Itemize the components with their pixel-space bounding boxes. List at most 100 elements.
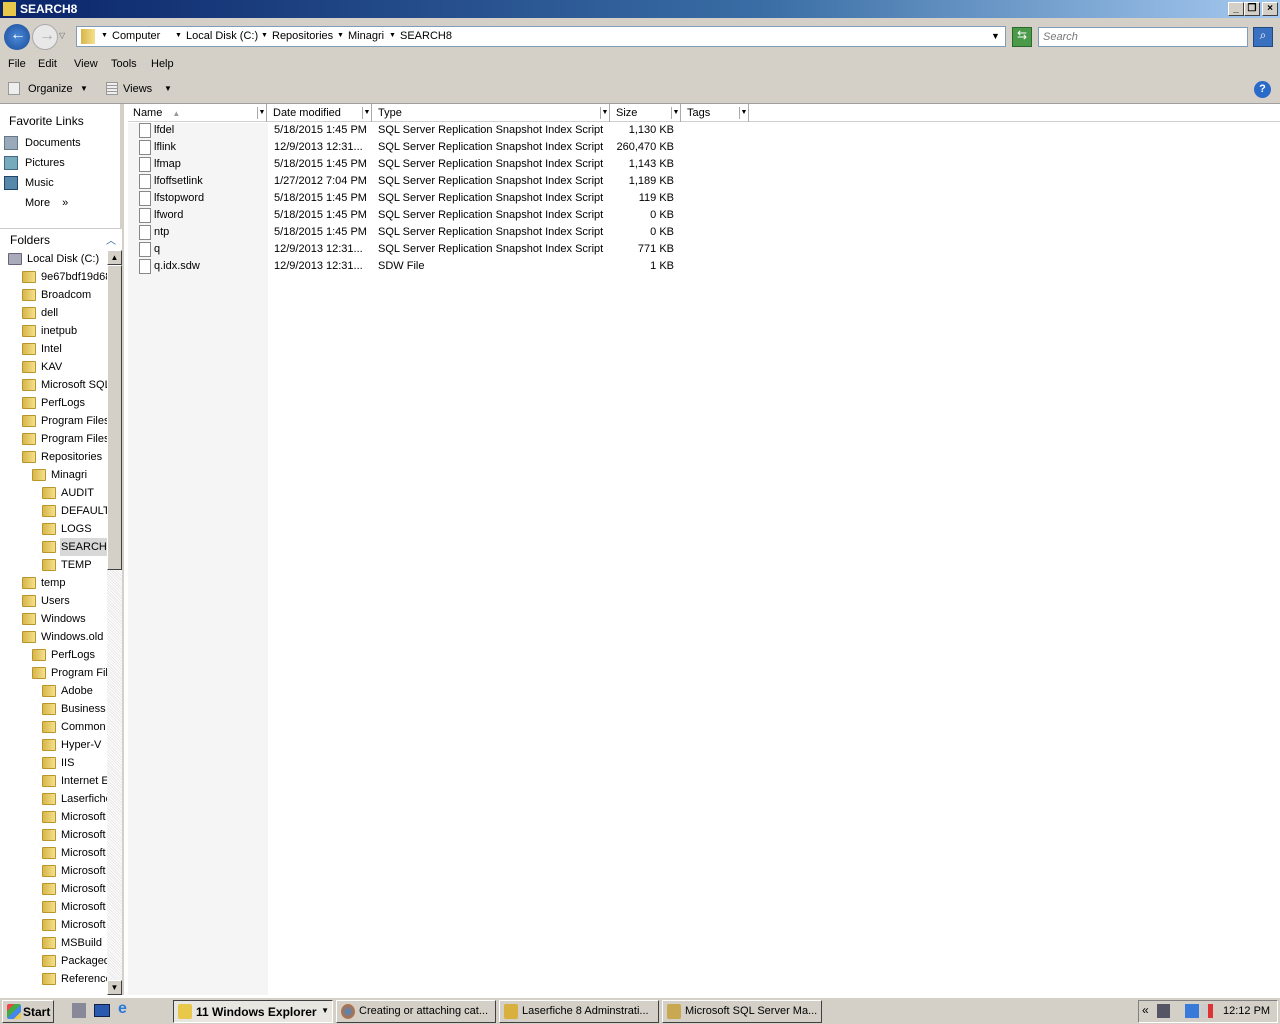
tree-item[interactable]: Laserfiche <box>0 790 107 808</box>
tree-item[interactable]: Program Files <box>0 664 107 682</box>
search-icon[interactable]: ⌕ <box>1253 27 1273 47</box>
menu-view[interactable]: View <box>74 58 98 70</box>
tree-item[interactable]: Windows.old <box>0 628 107 646</box>
refresh-icon[interactable]: ⇆ <box>1012 27 1032 47</box>
breadcrumb-chevron-icon[interactable]: ▼ <box>261 32 268 39</box>
tree-item[interactable]: Packaged <box>0 952 107 970</box>
help-icon[interactable]: ? <box>1254 81 1271 98</box>
search-input[interactable]: Search <box>1038 27 1248 47</box>
menu-file[interactable]: File <box>8 58 26 70</box>
tree-item[interactable]: LOGS <box>0 520 107 538</box>
recent-pages-dropdown[interactable]: ▽ <box>59 31 65 40</box>
tree-item[interactable]: Common F <box>0 718 107 736</box>
tree-item[interactable]: KAV <box>0 358 107 376</box>
tree-item[interactable]: Windows <box>0 610 107 628</box>
taskbar-laserfiche[interactable]: Laserfiche 8 Adminstrati... <box>499 1000 659 1023</box>
tree-item[interactable]: inetpub <box>0 322 107 340</box>
internet-explorer-icon[interactable]: e <box>118 1000 127 1018</box>
tree-item[interactable]: TEMP <box>0 556 107 574</box>
close-button[interactable]: × <box>1262 2 1278 16</box>
tree-item[interactable]: Business C <box>0 700 107 718</box>
breadcrumb-item[interactable]: Local Disk (C:) <box>186 30 258 42</box>
column-name[interactable]: Name ▲ ▼ <box>128 104 267 122</box>
tree-item[interactable]: Broadcom <box>0 286 107 304</box>
favorites-more-link[interactable]: More» <box>25 197 85 209</box>
taskbar-firefox[interactable]: Creating or attaching cat... <box>336 1000 496 1023</box>
column-size[interactable]: Size ▼ <box>611 104 681 122</box>
column-filter-dropdown[interactable]: ▼ <box>257 107 266 119</box>
column-filter-dropdown[interactable]: ▼ <box>671 107 680 119</box>
tree-item[interactable]: MSBuild <box>0 934 107 952</box>
tree-item[interactable]: Internet E <box>0 772 107 790</box>
tree-item[interactable]: Microsoft <box>0 916 107 934</box>
tree-item[interactable]: Program Files <box>0 412 107 430</box>
clock[interactable]: 12:12 PM <box>1223 1005 1270 1017</box>
views-button[interactable]: Views ▼ <box>106 82 176 98</box>
file-row[interactable]: lfoffsetlink 1/27/2012 7:04 PM SQL Server … <box>128 173 688 190</box>
breadcrumb-chevron-icon[interactable]: ▼ <box>337 32 344 39</box>
scroll-up-button[interactable]: ▲ <box>107 250 122 265</box>
minimize-button[interactable]: _ <box>1228 2 1244 16</box>
column-date-modified[interactable]: Date modified ▼ <box>268 104 372 122</box>
scroll-down-button[interactable]: ▼ <box>107 980 122 995</box>
tree-item[interactable]: dell <box>0 304 107 322</box>
file-row[interactable]: lfmap 5/18/2015 1:45 PM SQL Server Replica… <box>128 156 688 173</box>
file-row[interactable]: lfword 5/18/2015 1:45 PM SQL Server Replic… <box>128 207 688 224</box>
tree-item[interactable]: Local Disk (C:) <box>0 250 107 268</box>
file-row[interactable]: lflink 12/9/2013 12:31... SQL Server Repli… <box>128 139 688 156</box>
tree-item[interactable]: Microsoft SQL <box>0 376 107 394</box>
file-row[interactable]: lfdel 5/18/2015 1:45 PM SQL Server Replica… <box>128 122 688 139</box>
breadcrumb-item[interactable]: Repositories <box>272 30 333 42</box>
kaspersky-icon[interactable] <box>1157 1004 1170 1018</box>
tree-item[interactable]: Minagri <box>0 466 107 484</box>
scroll-thumb[interactable] <box>107 265 122 570</box>
tree-item[interactable]: Program Files <box>0 430 107 448</box>
folder-tree-scrollbar[interactable]: ▲ ▼ <box>107 250 122 995</box>
file-row[interactable]: q.idx.sdw 12/9/2013 12:31... SDW File 1 KB <box>128 258 688 275</box>
breadcrumb-item[interactable]: Computer <box>112 30 160 42</box>
tree-item[interactable]: Microsoft <box>0 880 107 898</box>
tree-item[interactable]: Reference <box>0 970 107 988</box>
network-icon[interactable] <box>1185 1004 1199 1018</box>
column-tags[interactable]: Tags ▼ <box>682 104 749 122</box>
tree-item[interactable]: Repositories <box>0 448 107 466</box>
tree-item[interactable]: DEFAULT <box>0 502 107 520</box>
menu-tools[interactable]: Tools <box>111 58 137 70</box>
tree-item[interactable]: Hyper-V <box>0 736 107 754</box>
folders-header[interactable]: Folders ︿ <box>0 228 122 250</box>
tree-item[interactable]: SEARCH8 <box>0 538 107 556</box>
breadcrumb-item[interactable]: Minagri <box>348 30 384 42</box>
file-row[interactable]: lfstopword 5/18/2015 1:45 PM SQL Server Re… <box>128 190 688 207</box>
tree-item[interactable]: Microsoft <box>0 898 107 916</box>
forward-button[interactable]: → <box>32 24 58 50</box>
tree-item[interactable]: PerfLogs <box>0 394 107 412</box>
tree-item[interactable]: temp <box>0 574 107 592</box>
tree-item[interactable]: Intel <box>0 340 107 358</box>
tree-item[interactable]: Microsoft <box>0 844 107 862</box>
show-desktop-icon[interactable] <box>94 1004 110 1017</box>
show-hidden-icons-button[interactable]: « <box>1142 1003 1149 1017</box>
column-filter-dropdown[interactable]: ▼ <box>362 107 371 119</box>
tree-item[interactable]: Microsoft <box>0 826 107 844</box>
address-bar[interactable]: ▼ Computer ▼ Local Disk (C:) ▼ Repositories ▼ M… <box>76 26 1006 47</box>
breadcrumb-item[interactable]: SEARCH8 <box>400 30 452 42</box>
taskbar-windows-explorer[interactable]: 11 Windows Explorer ▼ <box>173 1000 333 1023</box>
tree-item[interactable]: Microsoft <box>0 862 107 880</box>
tree-item[interactable]: PerfLogs <box>0 646 107 664</box>
volume-muted-icon[interactable] <box>1201 1004 1213 1018</box>
tree-item[interactable]: AUDIT <box>0 484 107 502</box>
tree-item[interactable]: Adobe <box>0 682 107 700</box>
tree-item[interactable]: IIS <box>0 754 107 772</box>
column-filter-dropdown[interactable]: ▼ <box>739 107 748 119</box>
maximize-button[interactable]: ❐ <box>1244 2 1260 16</box>
start-button[interactable]: Start <box>2 1000 54 1023</box>
menu-help[interactable]: Help <box>151 58 174 70</box>
taskbar-sql-server[interactable]: Microsoft SQL Server Ma... <box>662 1000 822 1023</box>
column-type[interactable]: Type ▼ <box>373 104 610 122</box>
menu-edit[interactable]: Edit <box>38 58 57 70</box>
file-row[interactable]: ntp 5/18/2015 1:45 PM SQL Server Replicati… <box>128 224 688 241</box>
breadcrumb-chevron-icon[interactable]: ▼ <box>175 32 182 39</box>
file-row[interactable]: q 12/9/2013 12:31... SQL Server Replicatio… <box>128 241 688 258</box>
breadcrumb-chevron-icon[interactable]: ▼ <box>101 32 108 39</box>
tree-item[interactable]: Microsoft <box>0 808 107 826</box>
